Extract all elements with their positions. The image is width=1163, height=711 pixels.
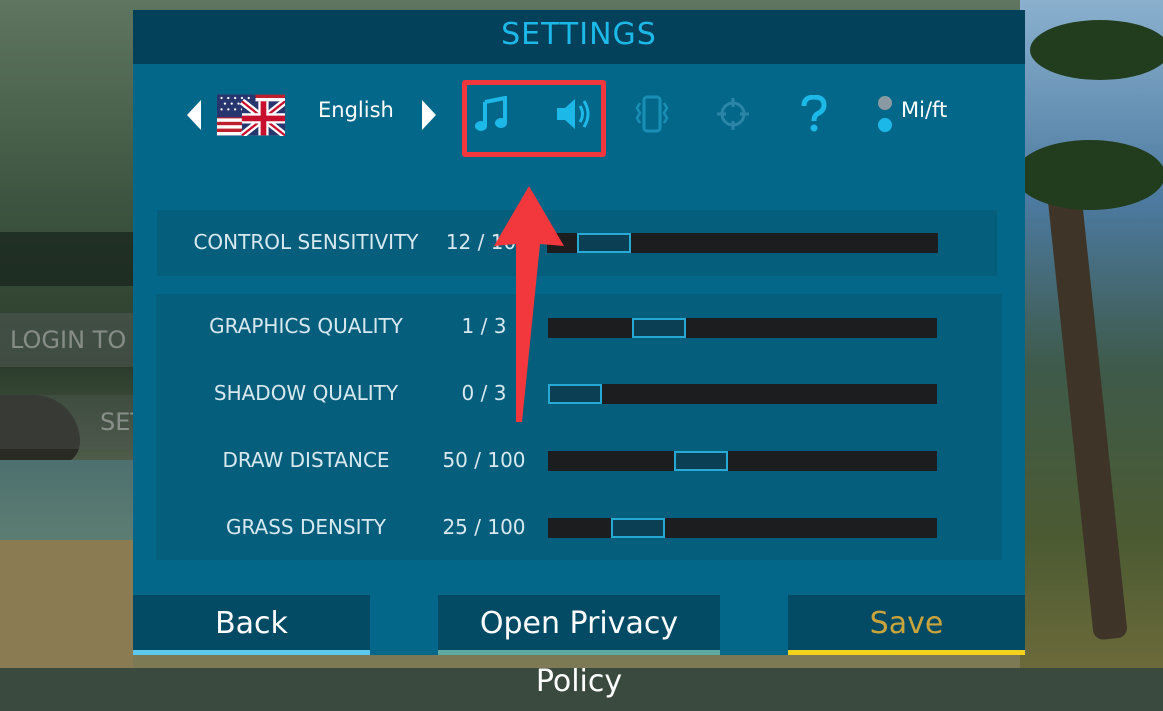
- slider-value: 25 / 100: [442, 515, 526, 539]
- annotation-highlight-box: [462, 80, 606, 157]
- slider-label: GRAPHICS QUALITY: [209, 314, 403, 338]
- privacy-button-underline: [438, 650, 720, 655]
- save-button[interactable]: Save: [788, 595, 1025, 655]
- crosshair-icon[interactable]: [712, 92, 754, 136]
- slider-thumb[interactable]: [577, 233, 631, 253]
- shadow-quality-slider[interactable]: [548, 384, 937, 404]
- slider-thumb[interactable]: [632, 318, 686, 338]
- slider-label: DRAW DISTANCE: [222, 448, 390, 472]
- annotation-arrow-icon: [494, 186, 564, 422]
- slider-value: 50 / 100: [442, 448, 526, 472]
- privacy-policy-button[interactable]: Open Privacy Policy: [438, 595, 720, 699]
- uk-flag-icon: [217, 94, 285, 136]
- dialog-title: SETTINGS: [133, 10, 1025, 64]
- palm-leaves: [1015, 140, 1163, 210]
- save-button-label: Save: [869, 606, 944, 641]
- back-button[interactable]: Back: [133, 595, 370, 655]
- control-sensitivity-slider[interactable]: [547, 233, 938, 253]
- save-button-underline: [788, 650, 1025, 655]
- units-label: Mi/ft: [901, 98, 948, 122]
- back-button-label: Back: [215, 606, 288, 641]
- help-icon[interactable]: [793, 92, 835, 136]
- graphics-panel: GRAPHICS QUALITY 1 / 3 SHADOW QUALITY 0 …: [156, 294, 1002, 560]
- toggle-dot-on: [878, 118, 892, 132]
- palm-leaves: [1030, 20, 1163, 80]
- slider-label: SHADOW QUALITY: [213, 381, 399, 405]
- language-next-button[interactable]: [422, 100, 436, 130]
- back-button-underline: [133, 650, 370, 655]
- draw-distance-slider[interactable]: [548, 451, 937, 471]
- graphics-quality-slider[interactable]: [548, 318, 937, 338]
- background-menu-bar: [0, 232, 133, 286]
- control-panel: CONTROL SENSITIVITY 12 / 10: [157, 210, 997, 276]
- language-label: English: [318, 98, 394, 122]
- slider-label: GRASS DENSITY: [225, 515, 387, 539]
- language-prev-button[interactable]: [187, 100, 201, 130]
- toggle-dot-off: [878, 96, 892, 110]
- background-settings-item: SET: [0, 395, 133, 449]
- background-login-item: LOGIN TO: [0, 313, 133, 367]
- grass-density-slider[interactable]: [548, 518, 937, 538]
- slider-thumb[interactable]: [611, 518, 665, 538]
- units-toggle-icon[interactable]: [875, 94, 895, 136]
- vibration-icon[interactable]: [631, 92, 673, 136]
- background-sand: [0, 540, 133, 668]
- slider-thumb[interactable]: [674, 451, 728, 471]
- background-water: [0, 460, 133, 550]
- slider-label: CONTROL SENSITIVITY: [193, 230, 419, 254]
